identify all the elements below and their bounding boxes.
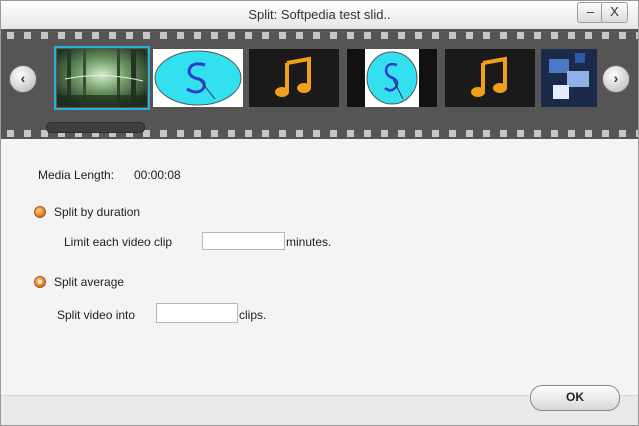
split-by-duration-label[interactable]: Split by duration	[54, 205, 140, 219]
close-button[interactable]: X	[601, 2, 628, 23]
thumbnail-5[interactable]	[445, 49, 535, 107]
minutes-suffix-text: minutes.	[286, 235, 332, 249]
clips-suffix-text: clips.	[239, 308, 267, 322]
split-dialog: Split: Softpedia test slid.. – X ‹ › Med…	[0, 0, 639, 426]
thumbnail-3[interactable]	[249, 49, 339, 107]
thumbnail-1[interactable]	[54, 46, 150, 110]
clip-count-input[interactable]	[156, 303, 238, 323]
window-title: Split: Softpedia test slid..	[248, 7, 391, 22]
ok-button[interactable]: OK	[530, 385, 620, 411]
chevron-left-icon[interactable]: ‹	[9, 65, 37, 93]
media-length-label: Media Length:	[38, 168, 115, 182]
forest-photo-image	[57, 49, 147, 107]
music-note-icon	[249, 49, 339, 107]
thumbnail-4[interactable]	[347, 49, 437, 107]
split-average-radio[interactable]	[34, 276, 46, 288]
split-average-label[interactable]: Split average	[54, 275, 124, 289]
split-into-prefix-text: Split video into	[57, 308, 136, 322]
partial-image	[541, 49, 597, 107]
media-length-value: 00:00:08	[134, 168, 181, 182]
s-logo-image	[153, 49, 243, 107]
split-by-duration-radio[interactable]	[34, 206, 46, 218]
thumbnail-2[interactable]	[153, 49, 243, 107]
music-note-icon	[445, 49, 535, 107]
title-bar: Split: Softpedia test slid.. – X	[1, 1, 638, 30]
minimize-button[interactable]: –	[577, 2, 604, 23]
s-logo-image	[347, 49, 437, 107]
thumbnail-6[interactable]	[541, 49, 597, 107]
split-options-panel: Media Length: 00:00:08 Split by duration…	[1, 139, 638, 425]
clip-minutes-input[interactable]	[202, 232, 285, 250]
limit-clip-prefix-text: Limit each video clip	[64, 235, 173, 249]
chevron-right-icon[interactable]: ›	[602, 65, 630, 93]
film-perforations-top	[1, 32, 638, 39]
thumbnail-filmstrip: ‹ ›	[1, 29, 638, 139]
filmstrip-scrollbar[interactable]	[46, 122, 145, 133]
